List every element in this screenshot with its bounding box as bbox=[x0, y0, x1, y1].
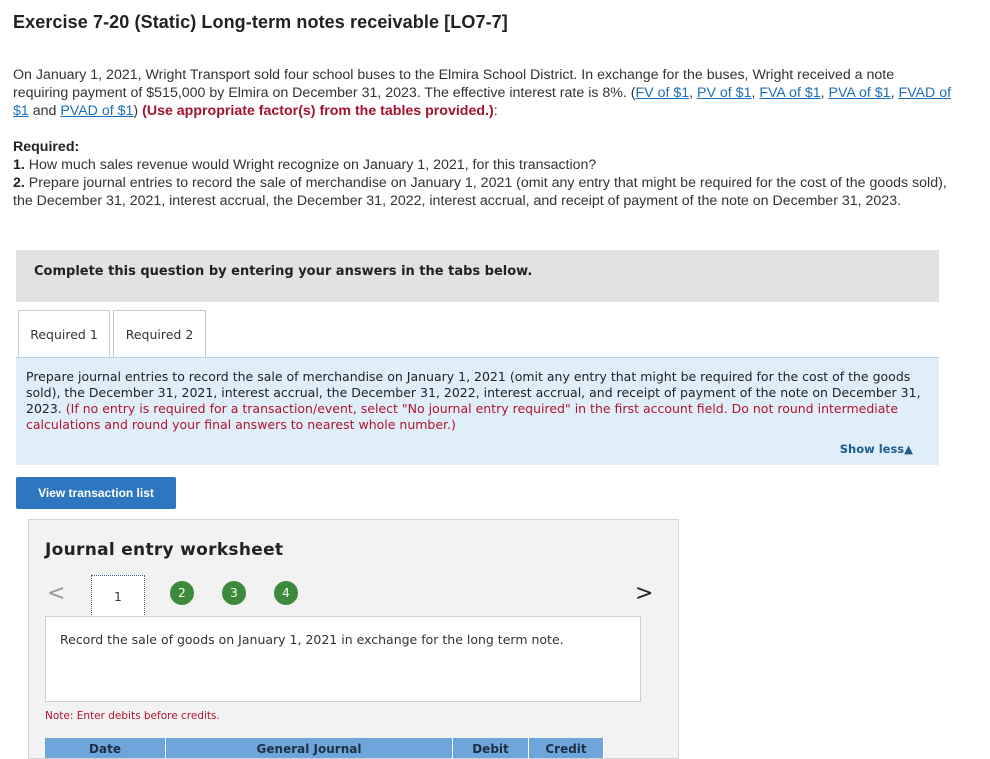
intro-paragraph: On January 1, 2021, Wright Transport sol… bbox=[13, 66, 953, 120]
required-item-1-number: 1. bbox=[13, 157, 25, 173]
show-less-link[interactable]: Show less▲ bbox=[840, 442, 913, 456]
worksheet-title: Journal entry worksheet bbox=[45, 540, 284, 560]
link-fva-of-1[interactable]: FVA of $1 bbox=[759, 85, 820, 101]
record-instruction-box: Record the sale of goods on January 1, 2… bbox=[45, 616, 641, 702]
step-4-button[interactable]: 4 bbox=[274, 581, 298, 605]
link-pvad-of-1[interactable]: PVAD of $1 bbox=[60, 103, 133, 119]
page-title: Exercise 7-20 (Static) Long-term notes r… bbox=[13, 12, 508, 32]
step-1-current[interactable]: 1 bbox=[91, 575, 145, 619]
view-transaction-list-button[interactable]: View transaction list bbox=[16, 477, 176, 509]
required-item-2: Prepare journal entries to record the sa… bbox=[13, 175, 947, 209]
tab-required-1[interactable]: Required 1 bbox=[18, 310, 110, 357]
factor-instruction: (Use appropriate factor(s) from the tabl… bbox=[142, 103, 494, 119]
required-item-2-number: 2. bbox=[13, 175, 25, 191]
column-header-general-journal: General Journal bbox=[166, 738, 453, 758]
required-item-1: How much sales revenue would Wright reco… bbox=[24, 157, 597, 173]
link-fv-of-1[interactable]: FV of $1 bbox=[636, 85, 690, 101]
required-section: Required: 1. How much sales revenue woul… bbox=[13, 138, 953, 210]
chevron-right-icon[interactable]: > bbox=[635, 581, 653, 606]
separator: , bbox=[820, 85, 829, 101]
column-header-credit: Credit bbox=[529, 738, 604, 758]
tab-required-2[interactable]: Required 2 bbox=[113, 310, 206, 358]
column-header-debit: Debit bbox=[453, 738, 529, 758]
separator: ) bbox=[133, 103, 143, 119]
separator: , bbox=[689, 85, 698, 101]
separator: and bbox=[28, 103, 61, 119]
journal-entry-worksheet: Journal entry worksheet < 1 2 3 4 > Reco… bbox=[28, 519, 679, 759]
tab-instructions-panel: Prepare journal entries to record the sa… bbox=[16, 357, 939, 465]
required-heading: Required: bbox=[13, 139, 80, 155]
step-3-button[interactable]: 3 bbox=[222, 581, 246, 605]
column-header-date: Date bbox=[45, 738, 166, 758]
link-pva-of-1[interactable]: PVA of $1 bbox=[829, 85, 891, 101]
step-2-button[interactable]: 2 bbox=[170, 581, 194, 605]
link-pv-of-1[interactable]: PV of $1 bbox=[697, 85, 751, 101]
tab-instructions-text: Prepare journal entries to record the sa… bbox=[26, 369, 921, 433]
debit-credit-note: Note: Enter debits before credits. bbox=[45, 710, 220, 722]
chevron-left-icon[interactable]: < bbox=[47, 581, 65, 606]
instructions-banner: Complete this question by entering your … bbox=[16, 250, 939, 302]
record-instruction-text: Record the sale of goods on January 1, 2… bbox=[60, 632, 564, 647]
separator: : bbox=[493, 103, 498, 119]
banner-text: Complete this question by entering your … bbox=[34, 264, 533, 279]
instructions-note: (If no entry is required for a transacti… bbox=[26, 401, 899, 432]
journal-table-header: Date General Journal Debit Credit bbox=[45, 738, 604, 758]
